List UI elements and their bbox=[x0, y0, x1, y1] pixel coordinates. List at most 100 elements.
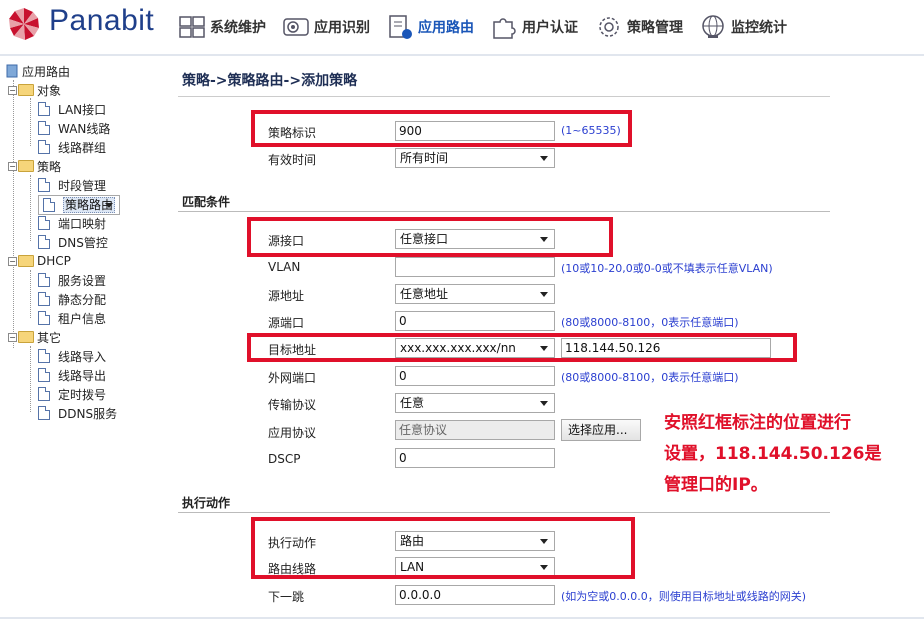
tree-item-lease[interactable]: 租户信息 bbox=[38, 309, 106, 327]
panabit-logo-icon bbox=[9, 8, 39, 40]
highlight-policy-id bbox=[251, 110, 632, 147]
tree-item-port-map[interactable]: 端口映射 bbox=[38, 214, 106, 232]
highlight-dst-addr bbox=[247, 333, 797, 362]
wan-port-input[interactable]: 0 bbox=[395, 366, 555, 386]
nav-label: 系统维护 bbox=[210, 20, 266, 36]
tree-group-label: 其它 bbox=[37, 330, 62, 345]
monitor-stats-icon bbox=[702, 15, 724, 38]
collapse-icon[interactable]: − bbox=[8, 161, 17, 171]
collapse-icon[interactable]: − bbox=[8, 256, 17, 266]
user-auth-icon bbox=[493, 18, 516, 39]
header-divider bbox=[0, 54, 924, 56]
tree-item-import[interactable]: 线路导入 bbox=[38, 347, 106, 365]
tree-item-dial[interactable]: 定时拨号 bbox=[38, 385, 106, 403]
app-routing-icon bbox=[389, 15, 412, 39]
next-hop-input[interactable]: 0.0.0.0 bbox=[395, 585, 555, 605]
src-port-input[interactable]: 0 bbox=[395, 311, 555, 331]
document-icon bbox=[38, 121, 50, 135]
nav-label: 应用路由 bbox=[418, 20, 474, 36]
tree-item-ddns[interactable]: DDNS服务 bbox=[38, 404, 117, 422]
highlight-action bbox=[251, 517, 635, 579]
action-section-divider bbox=[178, 512, 830, 513]
nav-tree: 应用路由 − 对象 LAN接口 WAN线路 线路群组 − 策略 时段管理 策略路… bbox=[0, 60, 160, 620]
vlan-input[interactable] bbox=[395, 257, 555, 277]
tree-item-line-group[interactable]: 线路群组 bbox=[38, 138, 106, 156]
select-app-button[interactable]: 选择应用... bbox=[561, 419, 641, 441]
tree-group-objects[interactable]: − 对象 bbox=[8, 81, 61, 99]
match-section-divider bbox=[178, 211, 830, 212]
match-section-title: 匹配条件 bbox=[182, 195, 231, 209]
document-icon bbox=[38, 368, 50, 382]
document-icon bbox=[38, 235, 50, 249]
app-protocol-label: 应用协议 bbox=[268, 426, 317, 440]
tree-group-label: 对象 bbox=[37, 83, 62, 98]
highlight-src-iface bbox=[247, 217, 613, 257]
document-icon bbox=[38, 178, 50, 192]
tree-group-other[interactable]: − 其它 bbox=[8, 328, 61, 346]
tree-item-static[interactable]: 静态分配 bbox=[38, 290, 106, 308]
document-icon bbox=[38, 387, 50, 401]
tree-item-service[interactable]: 服务设置 bbox=[38, 271, 106, 289]
page-title: 策略->策略路由->添加策略 bbox=[182, 73, 358, 89]
folder-icon bbox=[18, 160, 34, 172]
document-icon bbox=[38, 349, 50, 363]
bottom-divider bbox=[0, 617, 924, 619]
wan-port-label: 外网端口 bbox=[268, 371, 317, 385]
logo-text: Panabit bbox=[49, 4, 155, 37]
collapse-icon[interactable]: − bbox=[8, 332, 17, 342]
tree-item-policy-route[interactable]: 策略路由 bbox=[38, 195, 121, 215]
tree-group-label: 策略 bbox=[37, 159, 62, 174]
document-icon bbox=[38, 311, 50, 325]
app-protocol-input[interactable]: 任意协议 bbox=[395, 420, 555, 440]
src-port-hint: (80或8000-8100，0表示任意端口) bbox=[561, 316, 739, 329]
src-addr-label: 源地址 bbox=[268, 289, 305, 303]
protocol-label: 传输协议 bbox=[268, 398, 317, 412]
tree-item-time-manage[interactable]: 时段管理 bbox=[38, 176, 106, 194]
folder-icon bbox=[18, 84, 34, 96]
tree-item-wan[interactable]: WAN线路 bbox=[38, 119, 110, 137]
dscp-label: DSCP bbox=[268, 452, 301, 466]
tree-item-lan[interactable]: LAN接口 bbox=[38, 100, 106, 118]
src-addr-select[interactable]: 任意地址 bbox=[395, 284, 555, 304]
valid-time-select[interactable]: 所有时间 bbox=[395, 148, 555, 168]
vlan-label: VLAN bbox=[268, 260, 301, 274]
wan-port-hint: (80或8000-8100，0表示任意端口) bbox=[561, 371, 739, 384]
document-icon bbox=[38, 406, 50, 420]
tree-group-policy[interactable]: − 策略 bbox=[8, 157, 61, 175]
nav-label: 用户认证 bbox=[522, 20, 578, 36]
nav-label: 应用识别 bbox=[314, 20, 370, 36]
tree-group-label: DHCP bbox=[37, 254, 71, 268]
document-icon bbox=[38, 273, 50, 287]
nav-label: 监控统计 bbox=[731, 20, 787, 36]
nav-user-auth[interactable]: 用户认证 bbox=[490, 12, 578, 42]
vlan-hint: (10或10-20,0或0-0或不填表示任意VLAN) bbox=[561, 262, 773, 275]
top-header: Panabit 系统维护 应用识别 应用路由 用户认证 策略管理 监控统计 bbox=[0, 0, 924, 54]
document-icon bbox=[38, 292, 50, 306]
dscp-input[interactable]: 0 bbox=[395, 448, 555, 468]
folder-icon bbox=[18, 331, 34, 343]
policy-manage-icon bbox=[599, 17, 619, 37]
tree-item-dns[interactable]: DNS管控 bbox=[38, 233, 108, 251]
nav-system-maintenance[interactable]: 系统维护 bbox=[178, 12, 266, 42]
nav-label: 策略管理 bbox=[627, 20, 683, 36]
tree-root-label: 应用路由 bbox=[22, 64, 71, 79]
document-icon bbox=[38, 102, 50, 116]
nav-app-identify[interactable]: 应用识别 bbox=[282, 12, 370, 42]
document-icon bbox=[38, 216, 50, 230]
valid-time-label: 有效时间 bbox=[268, 153, 317, 167]
protocol-select[interactable]: 任意 bbox=[395, 393, 555, 413]
tree-group-dhcp[interactable]: − DHCP bbox=[8, 252, 71, 270]
folder-icon bbox=[18, 255, 34, 267]
nav-policy-manage[interactable]: 策略管理 bbox=[595, 12, 683, 42]
document-icon bbox=[43, 198, 55, 212]
src-port-label: 源端口 bbox=[268, 316, 305, 330]
collapse-icon[interactable]: − bbox=[8, 85, 17, 95]
nav-monitor-stats[interactable]: 监控统计 bbox=[699, 12, 787, 42]
document-icon bbox=[38, 140, 50, 154]
tree-root[interactable]: 应用路由 bbox=[5, 62, 70, 80]
title-divider bbox=[178, 96, 830, 97]
nav-app-routing[interactable]: 应用路由 bbox=[386, 12, 474, 42]
routing-tree-icon bbox=[6, 64, 18, 78]
tree-item-export[interactable]: 线路导出 bbox=[38, 366, 106, 384]
annotation-note: 安照红框标注的位置进行 设置，118.144.50.126是 管理口的IP。 bbox=[664, 413, 882, 495]
